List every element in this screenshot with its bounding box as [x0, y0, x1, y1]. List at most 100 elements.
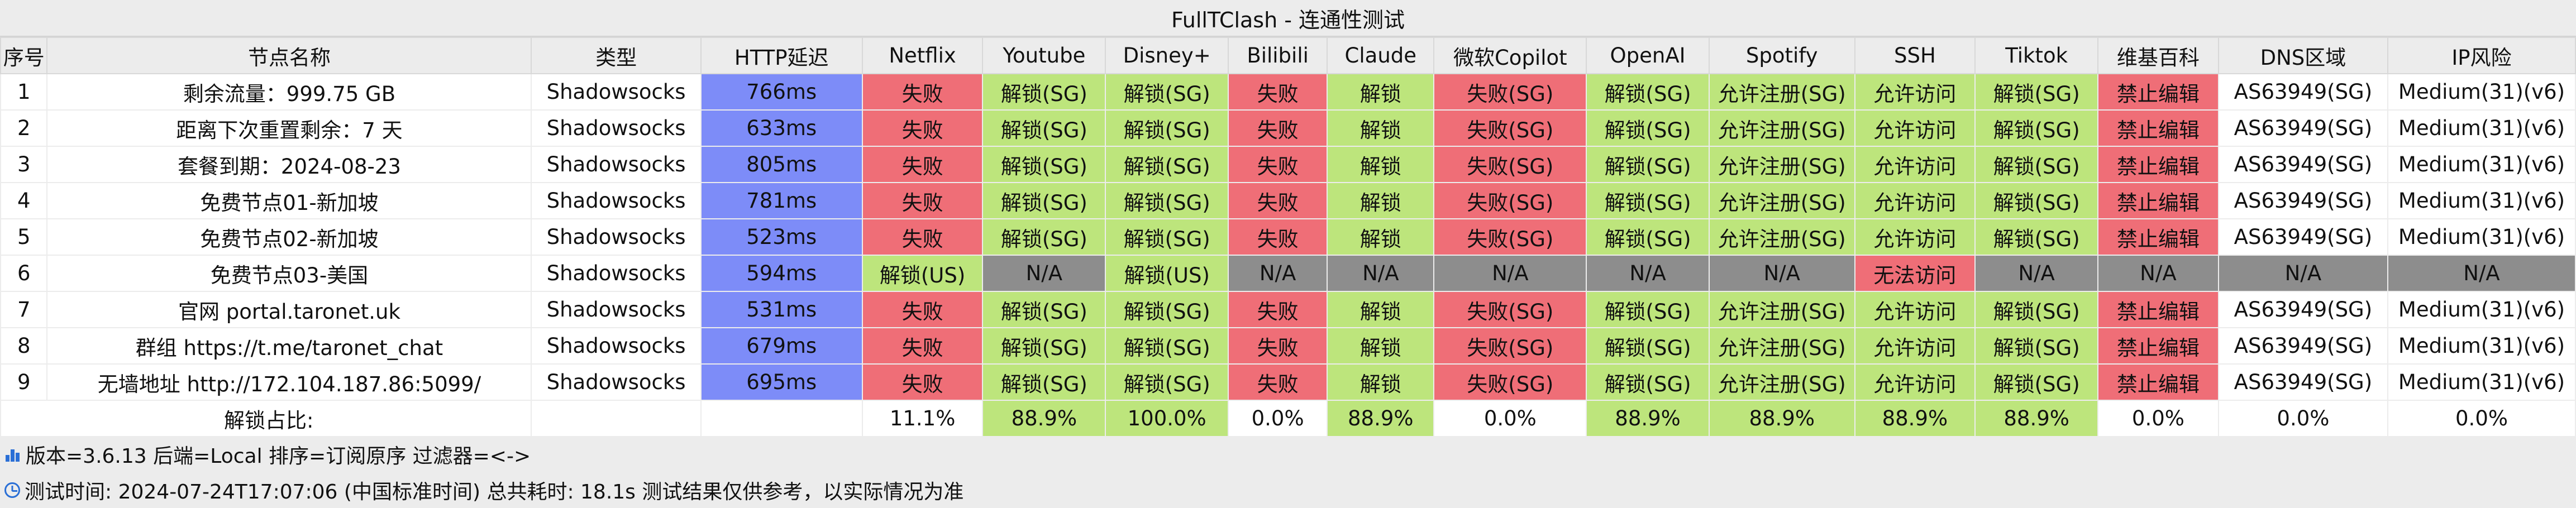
- cell-tiktok: 解锁(SG): [1974, 218, 2099, 256]
- summary-copilot: 0.0%: [1433, 400, 1587, 437]
- cell-openai: 解锁(SG): [1586, 291, 1710, 328]
- table-row: 4 免费节点01-新加坡 Shadowsocks 781ms 失败 解锁(SG) 解锁(SG…: [0, 182, 2576, 219]
- cell-node-name: 距离下次重置剩余：7 天: [46, 109, 532, 147]
- cell-index: 1: [0, 73, 48, 111]
- cell-youtube: 解锁(SG): [982, 182, 1106, 219]
- cell-claude: 解锁: [1327, 73, 1435, 111]
- cell-openai: 解锁(SG): [1586, 327, 1710, 365]
- cell-type: Shadowsocks: [531, 146, 702, 183]
- cell-disney: 解锁(SG): [1105, 146, 1229, 183]
- cell-copilot: 失败(SG): [1433, 146, 1587, 183]
- cell-copilot: 失败(SG): [1433, 182, 1587, 219]
- clock-icon: [4, 482, 20, 498]
- cell-ssh: 允许访问: [1854, 146, 1976, 183]
- cell-wikipedia: 禁止编辑: [2097, 218, 2219, 256]
- cell-tiktok: 解锁(SG): [1974, 327, 2099, 365]
- bar-chart-icon: [4, 446, 21, 463]
- cell-ssh: 允许访问: [1854, 73, 1976, 111]
- cell-youtube: 解锁(SG): [982, 109, 1106, 147]
- summary-bilibili: 0.0%: [1228, 400, 1328, 437]
- cell-type: Shadowsocks: [531, 218, 702, 256]
- cell-index: 3: [0, 146, 48, 183]
- version-text: 版本=3.6.13 后端=Local 排序=订阅原序 过滤器=<->: [26, 445, 531, 468]
- summary-disney: 100.0%: [1105, 400, 1229, 437]
- cell-claude: 解锁: [1327, 327, 1435, 365]
- cell-bilibili: 失败: [1228, 327, 1328, 365]
- cell-openai: N/A: [1586, 255, 1710, 292]
- cell-claude: 解锁: [1327, 109, 1435, 147]
- cell-bilibili: 失败: [1228, 146, 1328, 183]
- cell-disney: 解锁(SG): [1105, 218, 1229, 256]
- cell-netflix: 失败: [861, 73, 984, 111]
- cell-claude: N/A: [1327, 255, 1435, 292]
- cell-tiktok: 解锁(SG): [1974, 109, 2099, 147]
- table-row: 7 官网 portal.taronet.uk Shadowsocks 531ms 失败解…: [0, 291, 2576, 328]
- cell-tiktok: 解锁(SG): [1974, 291, 2099, 328]
- cell-netflix: 失败: [861, 146, 984, 183]
- cell-http-latency: 695ms: [700, 363, 863, 401]
- cell-node-name: 免费节点01-新加坡: [46, 182, 532, 219]
- footer-version-bar: 版本=3.6.13 后端=Local 排序=订阅原序 过滤器=<->: [0, 437, 2576, 472]
- cell-ssh: 无法访问: [1854, 255, 1976, 292]
- cell-dns-region: AS63949(SG): [2217, 146, 2389, 183]
- cell-index: 4: [0, 182, 48, 219]
- cell-http-latency: 679ms: [700, 327, 863, 365]
- cell-node-name: 剩余流量：999.75 GB: [46, 73, 532, 111]
- cell-ip-risk: Medium(31)(v6): [2387, 182, 2576, 219]
- cell-ssh: 允许访问: [1854, 218, 1976, 256]
- summary-openai: 88.9%: [1586, 400, 1710, 437]
- table-row: 2 距离下次重置剩余：7 天 Shadowsocks 633ms 失败 解锁(SG) 解锁(…: [0, 109, 2576, 147]
- header-ip-risk: IP风险: [2387, 37, 2576, 74]
- cell-claude: 解锁: [1327, 218, 1435, 256]
- summary-wikipedia: 0.0%: [2097, 400, 2219, 437]
- cell-ssh: 允许访问: [1854, 291, 1976, 328]
- cell-type: Shadowsocks: [531, 73, 702, 111]
- cell-disney: 解锁(SG): [1105, 363, 1229, 401]
- cell-ip-risk: Medium(31)(v6): [2387, 291, 2576, 328]
- header-claude: Claude: [1327, 37, 1435, 74]
- cell-wikipedia: 禁止编辑: [2097, 146, 2219, 183]
- cell-copilot: 失败(SG): [1433, 218, 1587, 256]
- cell-openai: 解锁(SG): [1586, 73, 1710, 111]
- cell-node-name: 免费节点02-新加坡: [46, 218, 532, 256]
- cell-http-latency: 531ms: [700, 291, 863, 328]
- cell-netflix: 失败: [861, 218, 984, 256]
- cell-type: Shadowsocks: [531, 182, 702, 219]
- results-table: 序号 节点名称 类型 HTTP延迟 Netflix Youtube Disney…: [0, 37, 2576, 437]
- cell-tiktok: 解锁(SG): [1974, 182, 2099, 219]
- cell-dns-region: AS63949(SG): [2217, 291, 2389, 328]
- cell-claude: 解锁: [1327, 363, 1435, 401]
- summary-tiktok: 88.9%: [1974, 400, 2099, 437]
- cell-http-latency: 805ms: [700, 146, 863, 183]
- cell-spotify: 允许注册(SG): [1708, 182, 1855, 219]
- cell-node-name: 官网 portal.taronet.uk: [46, 291, 532, 328]
- cell-index: 2: [0, 109, 48, 147]
- cell-bilibili: 失败: [1228, 363, 1328, 401]
- cell-index: 8: [0, 327, 48, 365]
- cell-ip-risk: N/A: [2387, 255, 2576, 292]
- header-youtube: Youtube: [982, 37, 1106, 74]
- cell-youtube: 解锁(SG): [982, 73, 1106, 111]
- cell-netflix: 失败: [861, 363, 984, 401]
- cell-type: Shadowsocks: [531, 109, 702, 147]
- cell-youtube: 解锁(SG): [982, 327, 1106, 365]
- window-title: FullTClash - 连通性测试: [0, 0, 2576, 37]
- cell-netflix: 失败: [861, 327, 984, 365]
- summary-youtube: 88.9%: [982, 400, 1106, 437]
- cell-ip-risk: Medium(31)(v6): [2387, 73, 2576, 111]
- cell-spotify: 允许注册(SG): [1708, 146, 1855, 183]
- header-spotify: Spotify: [1708, 37, 1855, 74]
- cell-node-name: 群组 https://t.me/taronet_chat: [46, 327, 532, 365]
- cell-disney: 解锁(SG): [1105, 182, 1229, 219]
- cell-wikipedia: 禁止编辑: [2097, 182, 2219, 219]
- header-bilibili: Bilibili: [1228, 37, 1328, 74]
- cell-ssh: 允许访问: [1854, 327, 1976, 365]
- header-copilot: 微软Copilot: [1433, 37, 1587, 74]
- cell-index: 7: [0, 291, 48, 328]
- cell-disney: 解锁(SG): [1105, 109, 1229, 147]
- cell-copilot: 失败(SG): [1433, 291, 1587, 328]
- cell-index: 5: [0, 218, 48, 256]
- cell-netflix: 失败: [861, 109, 984, 147]
- test-time-text: 测试时间: 2024-07-24T17:07:06 (中国标准时间) 总共耗时:…: [25, 481, 964, 504]
- cell-bilibili: 失败: [1228, 291, 1328, 328]
